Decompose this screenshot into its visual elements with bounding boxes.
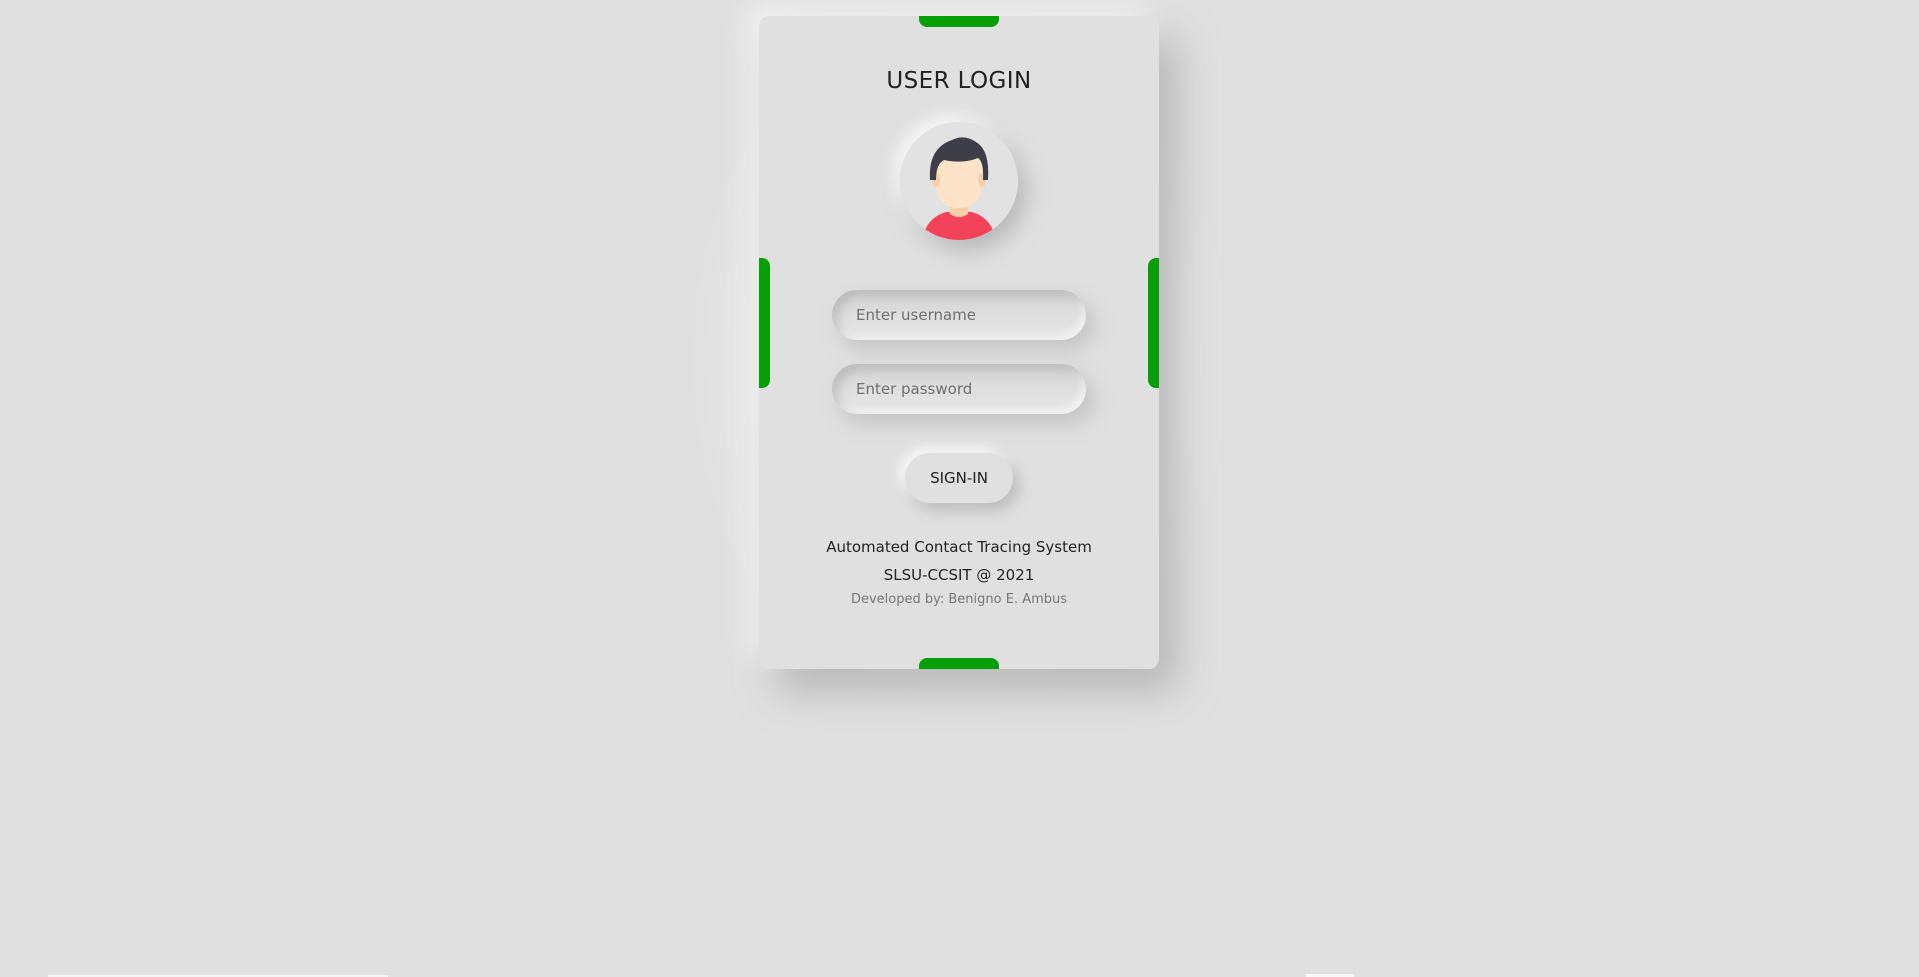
signin-button[interactable]: SIGN-IN — [905, 453, 1013, 503]
user-avatar-icon — [900, 122, 1018, 240]
accent-bar-right — [1148, 258, 1159, 388]
accent-bar-bottom — [919, 658, 999, 669]
developer-credit: Developed by: Benigno E. Ambus — [850, 592, 1068, 607]
accent-bar-left — [759, 258, 770, 388]
login-page: USER LOGIN SIGN-IN Automated Contact Tra… — [0, 0, 1919, 977]
system-name: Automated Contact Tracing System — [826, 538, 1092, 556]
accent-bar-top — [919, 16, 999, 27]
username-input[interactable] — [832, 290, 1086, 340]
login-card: USER LOGIN SIGN-IN Automated Contact Tra… — [759, 16, 1159, 669]
copyright-text: SLSU-CCSIT @ 2021 — [883, 566, 1035, 584]
login-title: USER LOGIN — [886, 68, 1032, 94]
password-input[interactable] — [832, 364, 1086, 414]
